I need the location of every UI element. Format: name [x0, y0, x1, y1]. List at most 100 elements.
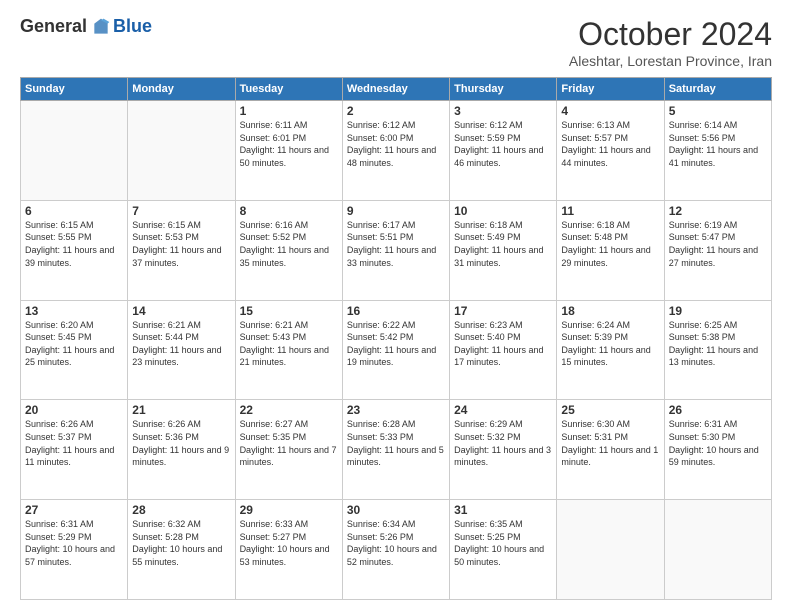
table-row: 6Sunrise: 6:15 AMSunset: 5:55 PMDaylight… [21, 200, 128, 300]
day-info: Sunrise: 6:26 AMSunset: 5:37 PMDaylight:… [25, 418, 123, 468]
day-info: Sunrise: 6:19 AMSunset: 5:47 PMDaylight:… [669, 219, 767, 269]
day-info: Sunrise: 6:31 AMSunset: 5:29 PMDaylight:… [25, 518, 123, 568]
day-info: Sunrise: 6:26 AMSunset: 5:36 PMDaylight:… [132, 418, 230, 468]
table-row: 4Sunrise: 6:13 AMSunset: 5:57 PMDaylight… [557, 101, 664, 201]
day-info: Sunrise: 6:24 AMSunset: 5:39 PMDaylight:… [561, 319, 659, 369]
day-number: 29 [240, 503, 338, 517]
day-info: Sunrise: 6:12 AMSunset: 5:59 PMDaylight:… [454, 119, 552, 169]
day-info: Sunrise: 6:35 AMSunset: 5:25 PMDaylight:… [454, 518, 552, 568]
day-info: Sunrise: 6:21 AMSunset: 5:43 PMDaylight:… [240, 319, 338, 369]
day-info: Sunrise: 6:33 AMSunset: 5:27 PMDaylight:… [240, 518, 338, 568]
calendar-header-row: Sunday Monday Tuesday Wednesday Thursday… [21, 78, 772, 101]
day-number: 23 [347, 403, 445, 417]
day-number: 2 [347, 104, 445, 118]
day-number: 22 [240, 403, 338, 417]
table-row: 9Sunrise: 6:17 AMSunset: 5:51 PMDaylight… [342, 200, 449, 300]
header-saturday: Saturday [664, 78, 771, 101]
day-number: 17 [454, 304, 552, 318]
day-number: 5 [669, 104, 767, 118]
day-number: 28 [132, 503, 230, 517]
page: General Blue October 2024 Aleshtar, Lore… [0, 0, 792, 612]
table-row: 3Sunrise: 6:12 AMSunset: 5:59 PMDaylight… [450, 101, 557, 201]
table-row: 30Sunrise: 6:34 AMSunset: 5:26 PMDayligh… [342, 500, 449, 600]
day-number: 20 [25, 403, 123, 417]
day-number: 21 [132, 403, 230, 417]
day-info: Sunrise: 6:29 AMSunset: 5:32 PMDaylight:… [454, 418, 552, 468]
table-row [557, 500, 664, 600]
table-row: 11Sunrise: 6:18 AMSunset: 5:48 PMDayligh… [557, 200, 664, 300]
day-info: Sunrise: 6:32 AMSunset: 5:28 PMDaylight:… [132, 518, 230, 568]
calendar-table: Sunday Monday Tuesday Wednesday Thursday… [20, 77, 772, 600]
day-info: Sunrise: 6:15 AMSunset: 5:55 PMDaylight:… [25, 219, 123, 269]
day-number: 31 [454, 503, 552, 517]
day-info: Sunrise: 6:15 AMSunset: 5:53 PMDaylight:… [132, 219, 230, 269]
table-row: 28Sunrise: 6:32 AMSunset: 5:28 PMDayligh… [128, 500, 235, 600]
table-row: 7Sunrise: 6:15 AMSunset: 5:53 PMDaylight… [128, 200, 235, 300]
header-wednesday: Wednesday [342, 78, 449, 101]
title-section: October 2024 Aleshtar, Lorestan Province… [569, 16, 772, 69]
day-info: Sunrise: 6:23 AMSunset: 5:40 PMDaylight:… [454, 319, 552, 369]
table-row: 22Sunrise: 6:27 AMSunset: 5:35 PMDayligh… [235, 400, 342, 500]
header-tuesday: Tuesday [235, 78, 342, 101]
day-info: Sunrise: 6:11 AMSunset: 6:01 PMDaylight:… [240, 119, 338, 169]
day-info: Sunrise: 6:22 AMSunset: 5:42 PMDaylight:… [347, 319, 445, 369]
calendar-week-row: 20Sunrise: 6:26 AMSunset: 5:37 PMDayligh… [21, 400, 772, 500]
table-row: 1Sunrise: 6:11 AMSunset: 6:01 PMDaylight… [235, 101, 342, 201]
table-row: 5Sunrise: 6:14 AMSunset: 5:56 PMDaylight… [664, 101, 771, 201]
day-number: 18 [561, 304, 659, 318]
table-row: 27Sunrise: 6:31 AMSunset: 5:29 PMDayligh… [21, 500, 128, 600]
table-row: 10Sunrise: 6:18 AMSunset: 5:49 PMDayligh… [450, 200, 557, 300]
table-row: 12Sunrise: 6:19 AMSunset: 5:47 PMDayligh… [664, 200, 771, 300]
table-row: 13Sunrise: 6:20 AMSunset: 5:45 PMDayligh… [21, 300, 128, 400]
day-number: 26 [669, 403, 767, 417]
day-info: Sunrise: 6:18 AMSunset: 5:48 PMDaylight:… [561, 219, 659, 269]
day-info: Sunrise: 6:34 AMSunset: 5:26 PMDaylight:… [347, 518, 445, 568]
table-row [664, 500, 771, 600]
day-number: 6 [25, 204, 123, 218]
header-friday: Friday [557, 78, 664, 101]
day-info: Sunrise: 6:14 AMSunset: 5:56 PMDaylight:… [669, 119, 767, 169]
day-number: 4 [561, 104, 659, 118]
day-info: Sunrise: 6:25 AMSunset: 5:38 PMDaylight:… [669, 319, 767, 369]
day-number: 19 [669, 304, 767, 318]
day-number: 1 [240, 104, 338, 118]
day-number: 3 [454, 104, 552, 118]
table-row [128, 101, 235, 201]
day-info: Sunrise: 6:21 AMSunset: 5:44 PMDaylight:… [132, 319, 230, 369]
table-row: 15Sunrise: 6:21 AMSunset: 5:43 PMDayligh… [235, 300, 342, 400]
day-number: 14 [132, 304, 230, 318]
day-info: Sunrise: 6:30 AMSunset: 5:31 PMDaylight:… [561, 418, 659, 468]
day-info: Sunrise: 6:28 AMSunset: 5:33 PMDaylight:… [347, 418, 445, 468]
table-row: 2Sunrise: 6:12 AMSunset: 6:00 PMDaylight… [342, 101, 449, 201]
day-info: Sunrise: 6:13 AMSunset: 5:57 PMDaylight:… [561, 119, 659, 169]
table-row: 23Sunrise: 6:28 AMSunset: 5:33 PMDayligh… [342, 400, 449, 500]
table-row: 25Sunrise: 6:30 AMSunset: 5:31 PMDayligh… [557, 400, 664, 500]
calendar-week-row: 13Sunrise: 6:20 AMSunset: 5:45 PMDayligh… [21, 300, 772, 400]
header-monday: Monday [128, 78, 235, 101]
day-number: 13 [25, 304, 123, 318]
day-number: 24 [454, 403, 552, 417]
table-row: 8Sunrise: 6:16 AMSunset: 5:52 PMDaylight… [235, 200, 342, 300]
table-row: 29Sunrise: 6:33 AMSunset: 5:27 PMDayligh… [235, 500, 342, 600]
day-info: Sunrise: 6:17 AMSunset: 5:51 PMDaylight:… [347, 219, 445, 269]
table-row: 31Sunrise: 6:35 AMSunset: 5:25 PMDayligh… [450, 500, 557, 600]
day-number: 15 [240, 304, 338, 318]
calendar-week-row: 6Sunrise: 6:15 AMSunset: 5:55 PMDaylight… [21, 200, 772, 300]
day-info: Sunrise: 6:20 AMSunset: 5:45 PMDaylight:… [25, 319, 123, 369]
day-number: 9 [347, 204, 445, 218]
logo: General Blue [20, 16, 152, 37]
table-row: 18Sunrise: 6:24 AMSunset: 5:39 PMDayligh… [557, 300, 664, 400]
table-row: 20Sunrise: 6:26 AMSunset: 5:37 PMDayligh… [21, 400, 128, 500]
table-row: 24Sunrise: 6:29 AMSunset: 5:32 PMDayligh… [450, 400, 557, 500]
table-row: 19Sunrise: 6:25 AMSunset: 5:38 PMDayligh… [664, 300, 771, 400]
header: General Blue October 2024 Aleshtar, Lore… [20, 16, 772, 69]
day-number: 11 [561, 204, 659, 218]
calendar-week-row: 27Sunrise: 6:31 AMSunset: 5:29 PMDayligh… [21, 500, 772, 600]
day-number: 12 [669, 204, 767, 218]
day-number: 7 [132, 204, 230, 218]
day-number: 25 [561, 403, 659, 417]
month-title: October 2024 [569, 16, 772, 53]
location-subtitle: Aleshtar, Lorestan Province, Iran [569, 53, 772, 69]
day-number: 10 [454, 204, 552, 218]
logo-icon [91, 17, 111, 37]
